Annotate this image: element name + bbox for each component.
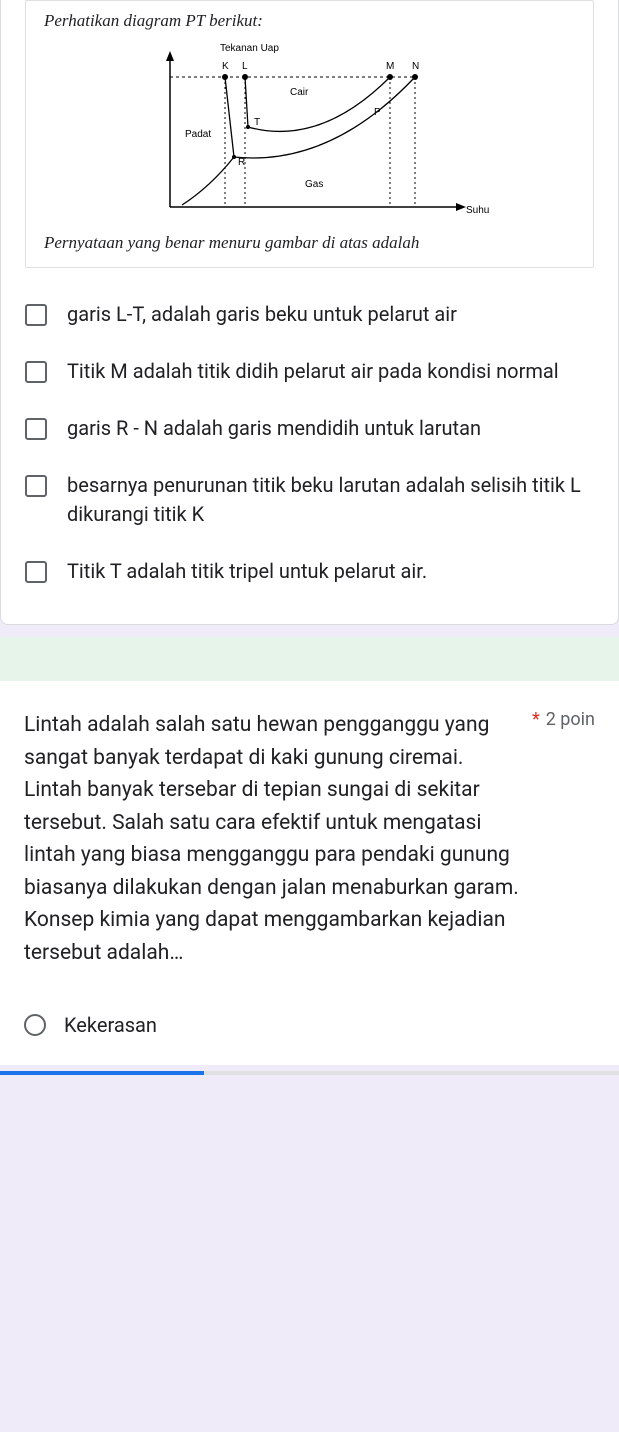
- question-2-text: Lintah adalah salah satu hewan penggangg…: [24, 709, 532, 969]
- required-marker: *: [532, 709, 540, 730]
- option-text: besarnya penurunan titik beku larutan ad…: [67, 471, 594, 529]
- radio[interactable]: [24, 1014, 46, 1036]
- checkbox-option-list: garis L-T, adalah garis beku untuk pelar…: [25, 286, 594, 600]
- option-row[interactable]: garis R - N adalah garis mendidih untuk …: [25, 400, 594, 457]
- label-N: N: [412, 61, 419, 72]
- checkbox[interactable]: [25, 561, 47, 583]
- option-text: Titik M adalah titik didih pelarut air p…: [67, 357, 559, 386]
- points-label: 2 poin: [546, 709, 595, 730]
- progress-bar: [0, 1071, 619, 1075]
- question-2-meta: * 2 poin: [532, 709, 595, 730]
- checkbox[interactable]: [25, 418, 47, 440]
- radio-option-row[interactable]: Kekerasan: [24, 995, 595, 1045]
- checkbox[interactable]: [25, 475, 47, 497]
- label-T: T: [254, 117, 260, 128]
- y-axis-label: Tekanan Uap: [220, 43, 279, 54]
- checkbox[interactable]: [25, 361, 47, 383]
- option-text: garis R - N adalah garis mendidih untuk …: [67, 414, 481, 443]
- progress-fill: [0, 1071, 204, 1075]
- label-cair: Cair: [290, 87, 309, 98]
- option-text: Titik T adalah titik tripel untuk pelaru…: [67, 557, 427, 586]
- x-axis-label: Suhu: [466, 205, 489, 216]
- label-M: M: [386, 61, 394, 72]
- diagram-caption-top: Perhatikan diagram PT berikut:: [44, 11, 575, 31]
- diagram-caption-bottom: Pernyataan yang benar menuru gambar di a…: [44, 233, 575, 253]
- option-row[interactable]: Titik M adalah titik didih pelarut air p…: [25, 343, 594, 400]
- question-2-card: Lintah adalah salah satu hewan penggangg…: [0, 681, 619, 1065]
- option-row[interactable]: besarnya penurunan titik beku larutan ad…: [25, 457, 594, 543]
- option-text: garis L-T, adalah garis beku untuk pelar…: [67, 300, 457, 329]
- pt-diagram: Tekanan Uap Suhu K L M N Padat Cair Gas: [130, 37, 490, 227]
- question-1-card: Perhatikan diagram PT berikut: Tekanan U…: [0, 0, 619, 625]
- label-R: R: [238, 157, 245, 168]
- label-gas: Gas: [305, 179, 323, 190]
- option-row[interactable]: Titik T adalah titik tripel untuk pelaru…: [25, 543, 594, 600]
- label-L: L: [242, 61, 248, 72]
- label-K: K: [222, 61, 229, 72]
- checkbox[interactable]: [25, 304, 47, 326]
- radio-label: Kekerasan: [64, 1013, 157, 1037]
- section-divider: [0, 637, 619, 681]
- diagram-container: Perhatikan diagram PT berikut: Tekanan U…: [25, 0, 594, 268]
- label-padat: Padat: [185, 129, 211, 140]
- option-row[interactable]: garis L-T, adalah garis beku untuk pelar…: [25, 286, 594, 343]
